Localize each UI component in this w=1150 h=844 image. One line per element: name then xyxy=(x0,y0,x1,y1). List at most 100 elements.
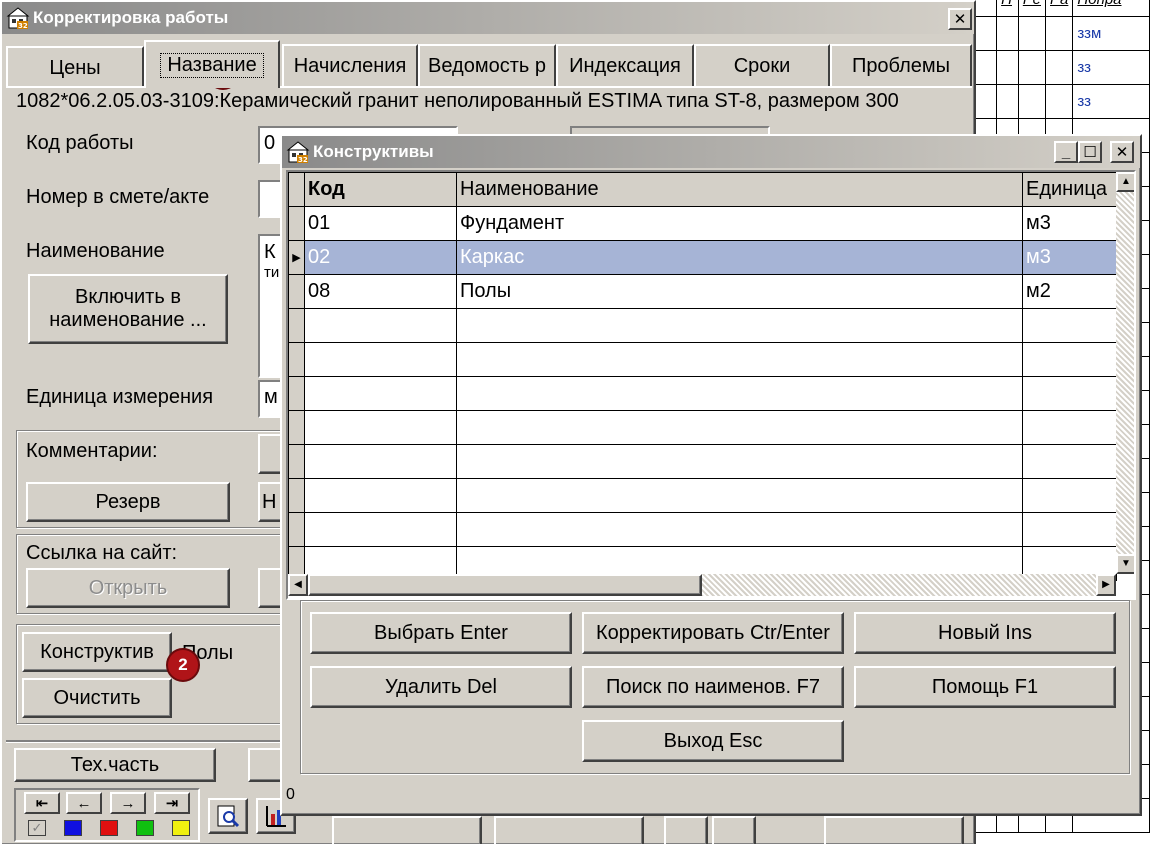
button-label: Выход Esc xyxy=(663,729,763,752)
record-navigator: ⇤ ← → ⇥ ✓ xyxy=(14,788,200,842)
hidden-main-button[interactable] xyxy=(712,816,756,844)
search-report-icon[interactable] xyxy=(208,798,248,834)
next-record-icon[interactable]: → xyxy=(110,792,146,814)
work-code-label: Код работы xyxy=(26,132,134,154)
dialog-titlebar[interactable]: 32 Конструктивы xyxy=(282,136,1140,168)
button-label: Помощь F1 xyxy=(931,675,1039,698)
check-mark-icon[interactable]: ✓ xyxy=(28,820,46,836)
hidden-main-button[interactable] xyxy=(664,816,708,844)
button-label: Очистить xyxy=(53,686,141,709)
empty-row xyxy=(288,342,1117,377)
header-label: Единица xyxy=(1026,178,1107,200)
close-icon[interactable]: ✕ xyxy=(948,8,972,30)
red-status-square[interactable] xyxy=(100,820,118,836)
sheet-header: Ра xyxy=(1044,0,1074,17)
tab-label: Ведомость р xyxy=(428,54,546,77)
help-button[interactable]: Помощь F1 xyxy=(854,666,1116,708)
reserve-button[interactable]: Резерв xyxy=(26,482,230,522)
yellow-status-square[interactable] xyxy=(172,820,190,836)
unit-value: м xyxy=(264,386,278,408)
scroll-right-icon[interactable]: ▶ xyxy=(1096,574,1116,596)
tab-accruals[interactable]: Начисления xyxy=(282,44,418,86)
sheet-header: Попра xyxy=(1072,0,1150,17)
site-link-label: Ссылка на сайт: xyxy=(26,542,178,564)
table-row[interactable]: 08 Полы м2 xyxy=(288,274,1117,309)
column-header-unit[interactable]: Единица xyxy=(1022,172,1117,207)
tab-deadlines[interactable]: Сроки xyxy=(694,44,830,86)
button-label: Открыть xyxy=(88,576,168,599)
hidden-main-button[interactable] xyxy=(824,816,964,844)
tab-label: Проблемы xyxy=(851,54,951,77)
minimize-icon[interactable]: _ xyxy=(1054,141,1078,163)
table-row[interactable]: 01 Фундамент м3 xyxy=(288,206,1117,241)
exit-button[interactable]: Выход Esc xyxy=(582,720,844,762)
main-window-titlebar[interactable]: 32 Корректировка работы xyxy=(2,2,974,34)
hidden-main-button[interactable] xyxy=(494,816,644,844)
scroll-down-icon[interactable]: ▼ xyxy=(1116,554,1134,574)
cell-name[interactable]: Фундамент xyxy=(456,206,1023,241)
column-header-name[interactable]: Наименование xyxy=(456,172,1023,207)
button-label: Выбрать Enter xyxy=(374,621,508,644)
constructive-button[interactable]: Конструктив xyxy=(22,632,172,672)
tab-indexation[interactable]: Индексация xyxy=(556,44,694,86)
tab-problems[interactable]: Проблемы xyxy=(830,44,972,86)
sheet-cell[interactable]: зз xyxy=(1072,50,1150,85)
sheet-cell[interactable]: ззм xyxy=(1072,16,1150,51)
comments-label: Комментарии: xyxy=(26,440,158,462)
tab-label: Название xyxy=(160,52,264,78)
button-label: Резерв xyxy=(95,490,161,513)
table-row-selected[interactable]: ▶ 02 Каркас м3 xyxy=(288,240,1117,275)
close-icon[interactable]: ✕ xyxy=(1110,141,1134,163)
empty-row xyxy=(288,444,1117,479)
tab-statement[interactable]: Ведомость р xyxy=(418,44,556,86)
main-window-title: Корректировка работы xyxy=(33,8,229,27)
header-label: Код xyxy=(308,178,345,200)
edit-button[interactable]: Корректировать Ctr/Enter xyxy=(582,612,844,654)
svg-text:32: 32 xyxy=(298,156,308,163)
svg-text:32: 32 xyxy=(18,22,28,29)
blue-status-square[interactable] xyxy=(64,820,82,836)
column-header-code[interactable]: Код xyxy=(304,172,457,207)
first-record-icon[interactable]: ⇤ xyxy=(24,792,60,814)
horizontal-scroll-thumb[interactable] xyxy=(308,574,702,596)
horizontal-scrollbar[interactable]: ◀ ▶ xyxy=(288,574,1116,596)
app-icon: 32 xyxy=(6,7,30,30)
new-button[interactable]: Новый Ins xyxy=(854,612,1116,654)
button-label: Включить в наименование ... xyxy=(49,286,207,331)
work-full-name: 1082*06.2.05.03-3109:Керамический гранит… xyxy=(16,90,899,112)
header-label: Наименование xyxy=(460,178,599,200)
clear-constructive-button[interactable]: Очистить xyxy=(22,678,172,718)
button-label: Корректировать Ctr/Enter xyxy=(596,621,830,644)
cell-name[interactable]: Каркас xyxy=(456,240,1023,275)
delete-button[interactable]: Удалить Del xyxy=(310,666,572,708)
open-site-button[interactable]: Открыть xyxy=(26,568,230,608)
glyph: ⇤ xyxy=(35,794,49,812)
hidden-main-button[interactable] xyxy=(332,816,482,844)
include-in-name-button[interactable]: Включить в наименование ... xyxy=(28,274,228,344)
status-color-row: ✓ xyxy=(16,816,198,840)
cell-unit[interactable]: м3 xyxy=(1022,240,1117,275)
tab-name[interactable]: Название xyxy=(144,40,280,88)
cell-unit[interactable]: м3 xyxy=(1022,206,1117,241)
vertical-scrollbar[interactable]: ▲ ▼ xyxy=(1116,172,1134,574)
sheet-header: П xyxy=(996,0,1019,17)
tech-part-button[interactable]: Тех.часть xyxy=(14,748,216,782)
tab-prices[interactable]: Цены xyxy=(6,46,144,88)
cell-code[interactable]: 01 xyxy=(304,206,457,241)
scroll-up-icon[interactable]: ▲ xyxy=(1116,172,1134,192)
search-button[interactable]: Поиск по наименов. F7 xyxy=(582,666,844,708)
prev-record-icon[interactable]: ← xyxy=(66,792,102,814)
green-status-square[interactable] xyxy=(136,820,154,836)
constructives-grid[interactable]: Код Наименование Единица 01 Фундамент м3… xyxy=(286,170,1136,600)
cell-code[interactable]: 08 xyxy=(304,274,457,309)
cell-name[interactable]: Полы xyxy=(456,274,1023,309)
cell-unit[interactable]: м2 xyxy=(1022,274,1117,309)
glyph: ✓ xyxy=(31,820,43,835)
header-corner xyxy=(288,172,305,207)
sheet-cell[interactable]: зз xyxy=(1072,84,1150,119)
select-button[interactable]: Выбрать Enter xyxy=(310,612,572,654)
last-record-icon[interactable]: ⇥ xyxy=(154,792,190,814)
maximize-icon[interactable]: ☐ xyxy=(1078,141,1102,163)
scroll-left-icon[interactable]: ◀ xyxy=(288,574,308,596)
cell-code[interactable]: 02 xyxy=(304,240,457,275)
